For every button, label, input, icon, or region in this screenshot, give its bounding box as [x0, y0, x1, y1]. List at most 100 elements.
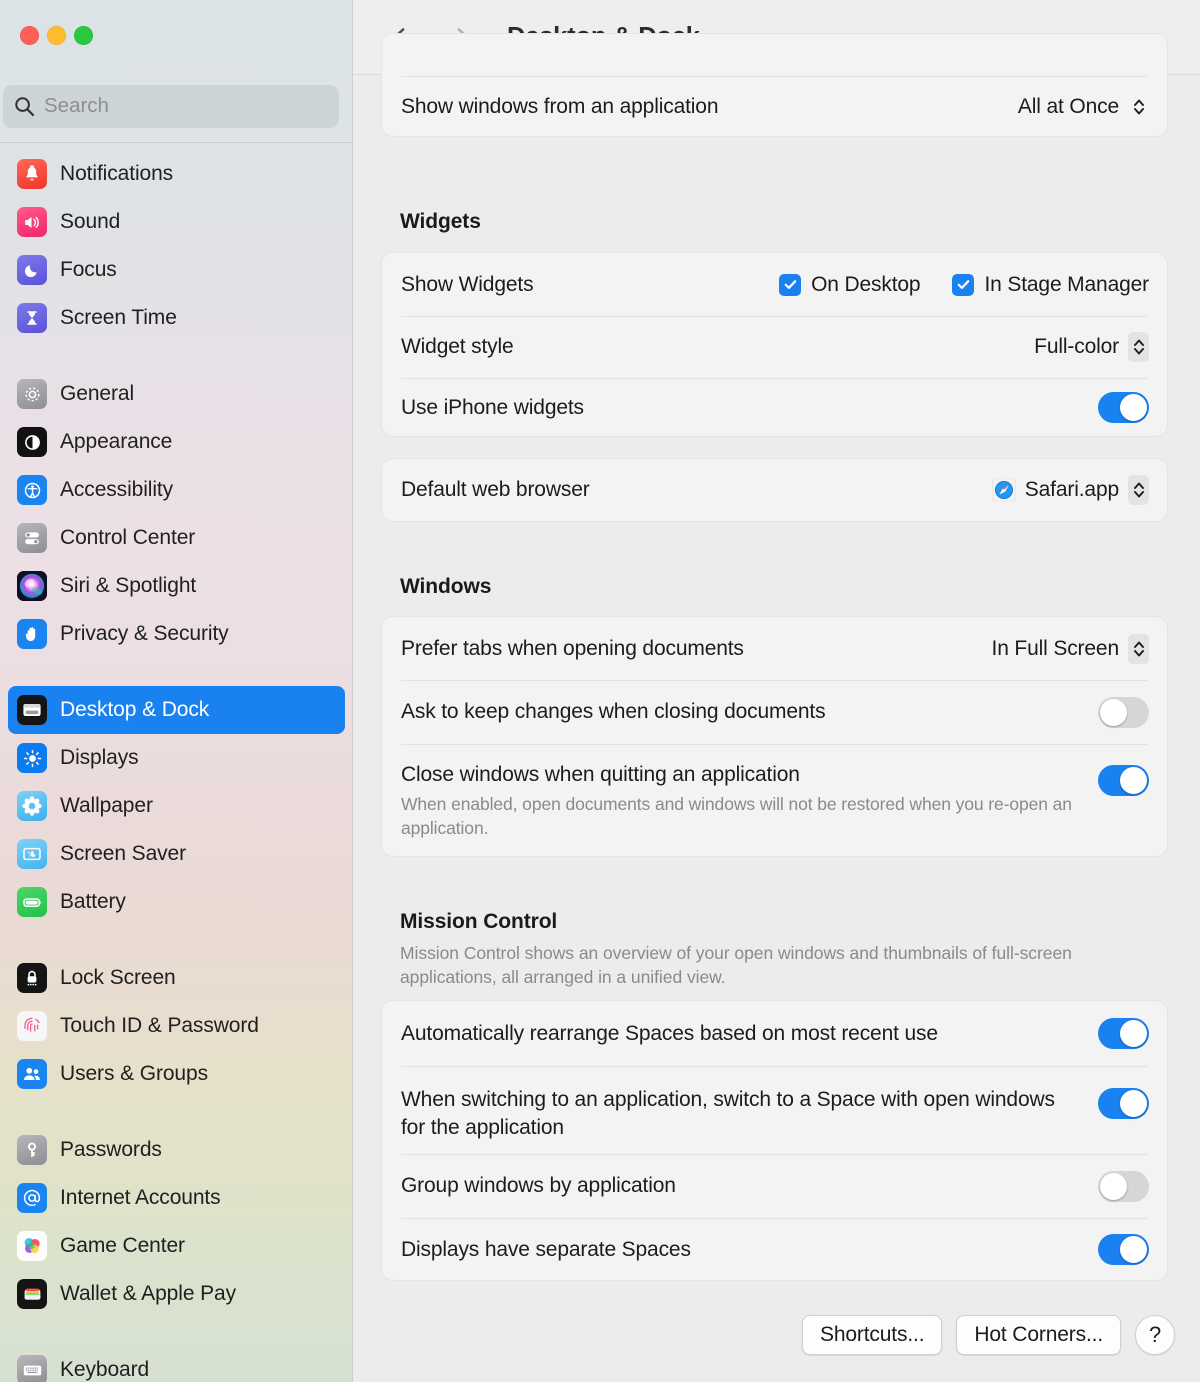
sidebar-item-appearance[interactable]: Appearance	[8, 418, 345, 466]
row-iphone-widgets: Use iPhone widgets	[382, 378, 1167, 437]
screensaver-icon	[17, 839, 47, 869]
sidebar-item-label: Screen Time	[60, 306, 177, 329]
sidebar-item-desktop-dock[interactable]: Desktop & Dock	[8, 686, 345, 734]
row-show-widgets: Show Widgets On Desktop In Stage Manager	[382, 253, 1167, 316]
sidebar-nav-list: Notifications Sound Focus Screen Time Genera…	[0, 150, 352, 1382]
sidebar-item-passwords[interactable]: Passwords	[8, 1126, 345, 1174]
hot-corners-button[interactable]: Hot Corners...	[956, 1315, 1121, 1355]
sidebar-item-screen-saver[interactable]: Screen Saver	[8, 830, 345, 878]
sidebar-item-label: Wallet & Apple Pay	[60, 1282, 237, 1305]
sidebar-item-label: Touch ID & Password	[60, 1014, 259, 1037]
sidebar-item-accessibility[interactable]: Accessibility	[8, 466, 345, 514]
sidebar-item-game-center[interactable]: Game Center	[8, 1222, 345, 1270]
sidebar-item-sound[interactable]: Sound	[8, 198, 345, 246]
sidebar-item-privacy-security[interactable]: Privacy & Security	[8, 610, 345, 658]
show-windows-popup[interactable]: All at Once	[1018, 92, 1149, 122]
prefer-tabs-popup[interactable]: In Full Screen	[992, 633, 1149, 664]
row-label: Default web browser	[401, 478, 590, 501]
chevron-up-down-icon	[1128, 633, 1149, 664]
default-browser-popup[interactable]: Safari.app	[991, 475, 1149, 505]
row-separate-spaces: Displays have separate Spaces	[382, 1218, 1167, 1281]
chevron-up-down-icon	[1128, 92, 1149, 122]
popup-value: Safari.app	[1024, 478, 1119, 501]
sidebar-item-label: Privacy & Security	[60, 622, 229, 645]
auto-rearrange-toggle[interactable]	[1098, 1018, 1149, 1049]
sidebar-item-touch-id-password[interactable]: Touch ID & Password	[8, 1002, 345, 1050]
minimize-button[interactable]	[47, 26, 66, 45]
sidebar-item-label: Siri & Spotlight	[60, 574, 197, 597]
sidebar-item-users-groups[interactable]: Users & Groups	[8, 1050, 345, 1098]
sidebar-item-notifications[interactable]: Notifications	[8, 150, 345, 198]
row-widget-style[interactable]: Widget style Full-color	[382, 316, 1167, 378]
sidebar-item-label: Game Center	[60, 1234, 185, 1257]
sidebar-divider	[0, 142, 352, 143]
settings-scroll-area[interactable]: Show windows from an application All at …	[353, 33, 1200, 1382]
sidebar-item-battery[interactable]: Battery	[8, 878, 345, 926]
sidebar-item-label: Keyboard	[60, 1358, 150, 1381]
row-label: Prefer tabs when opening documents	[401, 636, 744, 660]
group-windows-toggle[interactable]	[1098, 1170, 1149, 1202]
toggle-knob	[1100, 1172, 1127, 1200]
row-show-windows[interactable]: Show windows from an application All at …	[382, 76, 1167, 136]
widget-style-popup[interactable]: Full-color	[1034, 332, 1149, 362]
checkbox-box	[779, 273, 802, 296]
search-input[interactable]	[44, 93, 329, 120]
sidebar-item-focus[interactable]: Focus	[8, 246, 345, 294]
close-windows-toggle[interactable]	[1098, 765, 1149, 796]
sidebar-item-wallet-apple-pay[interactable]: Wallet & Apple Pay	[8, 1270, 345, 1318]
checkbox-on-desktop[interactable]: On Desktop	[779, 272, 921, 297]
search-field[interactable]	[3, 85, 339, 128]
sidebar-item-keyboard[interactable]: Keyboard	[8, 1346, 345, 1382]
row-prefer-tabs[interactable]: Prefer tabs when opening documents In Fu…	[382, 617, 1167, 680]
row-description: When enabled, open documents and windows…	[401, 794, 1072, 838]
at-sign-icon	[17, 1183, 47, 1213]
search-container	[3, 85, 339, 128]
shortcuts-button[interactable]: Shortcuts...	[801, 1315, 943, 1355]
sidebar-item-internet-accounts[interactable]: Internet Accounts	[8, 1174, 345, 1222]
close-button[interactable]	[20, 26, 39, 45]
row-separator	[401, 680, 1148, 681]
sidebar-item-control-center[interactable]: Control Center	[8, 514, 345, 562]
sidebar-item-lock-screen[interactable]: Lock Screen	[8, 954, 345, 1002]
sidebar-item-displays[interactable]: Displays	[8, 734, 345, 782]
sidebar-group: Lock Screen Touch ID & Password Users & Gr…	[0, 954, 352, 1098]
sidebar-item-wallpaper[interactable]: Wallpaper	[8, 782, 345, 830]
footer-button-bar: Shortcuts... Hot Corners... ?	[801, 1315, 1175, 1355]
sidebar-item-label: Battery	[60, 890, 126, 913]
window-controls	[20, 26, 93, 45]
sidebar-item-label: Appearance	[60, 430, 173, 453]
sidebar-item-label: Lock Screen	[60, 966, 176, 989]
sidebar-item-label: Internet Accounts	[60, 1186, 221, 1209]
toggle-knob	[1100, 698, 1127, 726]
ask-keep-changes-toggle[interactable]	[1098, 696, 1149, 728]
checkbox-in-stage-manager[interactable]: In Stage Manager	[952, 273, 1149, 297]
accessibility-icon	[17, 475, 47, 505]
sidebar-item-label: Users & Groups	[60, 1062, 208, 1085]
sidebar-item-siri-spotlight[interactable]: Siri & Spotlight	[8, 562, 345, 610]
separate-spaces-toggle[interactable]	[1098, 1234, 1149, 1265]
iphone-widgets-toggle[interactable]	[1098, 392, 1149, 423]
checkbox-label: In Stage Manager	[984, 272, 1149, 296]
row-separator	[401, 76, 1148, 77]
widgets-section-title: Widgets	[400, 210, 481, 233]
zoom-button[interactable]	[74, 26, 93, 45]
sidebar-item-screen-time[interactable]: Screen Time	[8, 294, 345, 342]
sidebar-group: Notifications Sound Focus Screen Time	[0, 150, 352, 342]
row-label: When switching to an application, switch…	[401, 1088, 1055, 1139]
help-button[interactable]: ?	[1135, 1315, 1175, 1355]
row-default-browser[interactable]: Default web browser Safari.app	[382, 459, 1167, 521]
sidebar-item-label: Accessibility	[60, 478, 174, 501]
lock-icon	[17, 963, 47, 993]
windows-section-title: Windows	[400, 575, 492, 598]
row-auto-rearrange: Automatically rearrange Spaces based on …	[382, 1001, 1167, 1066]
sidebar-item-label: Sound	[60, 210, 121, 233]
switch-space-toggle[interactable]	[1098, 1088, 1149, 1119]
checkmark-icon	[784, 280, 796, 290]
mission-control-section-description: Mission Control shows an overview of you…	[400, 943, 1072, 987]
sidebar-item-general[interactable]: General	[8, 370, 345, 418]
checkbox-label: On Desktop	[811, 272, 921, 296]
row-label: Group windows by application	[401, 1174, 676, 1197]
